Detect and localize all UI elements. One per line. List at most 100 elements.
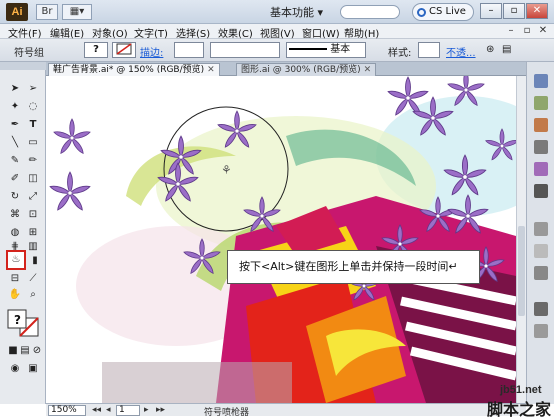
color-panel-icon[interactable] — [534, 74, 548, 88]
fill-swatch[interactable]: ? — [84, 42, 108, 58]
lasso-tool-icon[interactable]: ◌ — [26, 100, 40, 114]
cs-live-icon — [417, 8, 426, 17]
tab-label: 图形.ai @ 300% (RGB/预览) — [241, 65, 361, 75]
last-artboard-icon[interactable]: ▸▸ — [156, 405, 165, 415]
pen-tool-icon[interactable]: ✒ — [8, 118, 22, 132]
doc-restore-button[interactable]: ▫ — [520, 25, 534, 37]
menu-select[interactable]: 选择(S) — [176, 25, 210, 40]
hand-tool-icon[interactable]: ✋ — [8, 288, 22, 302]
cs-live-button[interactable]: CS Live — [412, 3, 474, 21]
type-tool-icon[interactable]: T — [26, 118, 40, 132]
stroke-none-icon — [116, 43, 132, 55]
opacity-link[interactable]: 不透... — [446, 44, 476, 59]
sprayer-cursor-icon: ⚘ — [221, 163, 232, 177]
doc-close-button[interactable]: ✕ — [536, 25, 550, 37]
next-artboard-icon[interactable]: ▸ — [144, 405, 149, 415]
blob-brush-tool-icon[interactable]: ✐ — [8, 172, 22, 186]
gradient-tool-icon[interactable]: ▥ — [26, 240, 40, 254]
menu-object[interactable]: 对象(O) — [92, 25, 128, 40]
swatches-panel-icon[interactable] — [534, 118, 548, 132]
brushes-panel-icon[interactable] — [534, 140, 548, 154]
menu-type[interactable]: 文字(T) — [134, 25, 168, 40]
chevron-down-icon: ▾ — [317, 6, 324, 19]
tab-shoe-ad-background[interactable]: 鞋广告背景.ai* @ 150% (RGB/预览) ✕ — [48, 63, 220, 76]
close-icon[interactable]: ✕ — [207, 65, 215, 75]
appearance-panel-icon[interactable] — [534, 302, 548, 316]
shape-builder-tool-icon[interactable]: ◍ — [8, 226, 22, 240]
screen-mode-icon[interactable]: ▣ — [26, 362, 40, 376]
selection-tool-icon[interactable]: ➤ — [8, 82, 22, 96]
direct-selection-tool-icon[interactable]: ➢ — [26, 82, 40, 96]
width-tool-icon[interactable]: ⌘ — [8, 208, 22, 222]
style-dropdown[interactable] — [418, 42, 440, 58]
panel-dock — [526, 62, 554, 404]
rotate-tool-icon[interactable]: ↻ — [8, 190, 22, 204]
zoom-level-field[interactable]: 150% — [48, 405, 86, 416]
control-bar: 符号组 ? 描边: 基本 样式: 不透... ⊛ ▤ — [0, 39, 554, 62]
previous-artboard-icon[interactable]: ◂ — [106, 405, 111, 415]
stroke-weight-field[interactable] — [174, 42, 204, 58]
free-transform-tool-icon[interactable]: ⊡ — [26, 208, 40, 222]
close-button[interactable]: ✕ — [526, 3, 548, 19]
menu-edit[interactable]: 编辑(E) — [50, 25, 84, 40]
paintbrush-tool-icon[interactable]: ✎ — [8, 154, 22, 168]
scale-tool-icon[interactable]: ⤢ — [26, 190, 40, 204]
draw-mode-icon[interactable]: ◉ — [8, 362, 22, 376]
arrange-documents-button[interactable]: ▦▾ — [62, 4, 92, 20]
search-input[interactable] — [340, 5, 400, 19]
fill-stroke-widget[interactable]: ? — [6, 308, 40, 338]
perspective-grid-tool-icon[interactable]: ⊞ — [26, 226, 40, 240]
brush-definition[interactable]: 基本 — [286, 42, 366, 58]
minimize-button[interactable]: – — [480, 3, 502, 19]
stroke-swatch[interactable] — [112, 42, 136, 58]
layers-panel-icon[interactable] — [534, 324, 548, 338]
stroke-panel-icon[interactable] — [534, 222, 548, 236]
document-tabs: 鞋广告背景.ai* @ 150% (RGB/预览) ✕ 图形.ai @ 300% … — [46, 62, 526, 76]
tools-panel: ➤ ➢ ✦ ◌ ✒ T ╲ ▭ ✎ ✏ ✐ ◫ ↻ ⤢ ⌘ ⊡ ◍ ⊞ ⋕ ▥ … — [0, 62, 46, 404]
menu-view[interactable]: 视图(V) — [260, 25, 295, 40]
transparency-panel-icon[interactable] — [534, 266, 548, 280]
vertical-scroll-thumb[interactable] — [518, 226, 525, 316]
menu-file[interactable]: 文件(F) — [8, 25, 42, 40]
menu-help[interactable]: 帮助(H) — [344, 25, 379, 40]
variable-width-profile[interactable] — [210, 42, 280, 58]
symbol-sprayer-tool-icon[interactable]: ♨ — [6, 250, 26, 270]
first-artboard-icon[interactable]: ◂◂ — [92, 405, 101, 415]
color-guide-panel-icon[interactable] — [534, 96, 548, 110]
menu-window[interactable]: 窗口(W) — [302, 25, 340, 40]
artboard-number-field[interactable]: 1 — [116, 405, 140, 416]
watermark-site: jb51.net — [500, 384, 542, 396]
rectangle-tool-icon[interactable]: ▭ — [26, 136, 40, 150]
stroke-link[interactable]: 描边: — [140, 44, 163, 59]
zoom-tool-icon[interactable]: ⌕ — [26, 288, 40, 302]
workspace-label: 基本功能 — [270, 6, 314, 19]
tab-graphic[interactable]: 图形.ai @ 300% (RGB/预览) ✕ — [236, 63, 377, 76]
none-mode-icon[interactable]: ⊘ — [30, 344, 44, 358]
graphic-styles-panel-icon[interactable] — [534, 184, 548, 198]
svg-text:?: ? — [14, 313, 21, 327]
cs-live-label: CS Live — [429, 6, 466, 17]
instruction-callout: 按下<Alt>键在图形上单击并保持一段时间↵ — [227, 250, 480, 284]
tools-panel-header[interactable] — [0, 62, 46, 70]
bridge-button[interactable]: Br — [36, 4, 58, 20]
document-setup-icon[interactable]: ▤ — [502, 44, 511, 55]
artboard-canvas[interactable]: ⚘ — [46, 76, 516, 403]
gradient-panel-icon[interactable] — [534, 244, 548, 258]
menu-effect[interactable]: 效果(C) — [218, 25, 253, 40]
column-graph-tool-icon[interactable]: ▮ — [28, 254, 42, 268]
globe-icon[interactable]: ⊛ — [486, 44, 494, 55]
current-tool-status[interactable]: 符号喷枪器 — [204, 405, 249, 418]
restore-button[interactable]: ▫ — [503, 3, 525, 19]
magic-wand-tool-icon[interactable]: ✦ — [8, 100, 22, 114]
eraser-tool-icon[interactable]: ◫ — [26, 172, 40, 186]
artboard-tool-icon[interactable]: ⊟ — [8, 272, 22, 286]
line-tool-icon[interactable]: ╲ — [8, 136, 22, 150]
close-icon[interactable]: ✕ — [364, 65, 372, 75]
workspace-switcher[interactable]: 基本功能 ▾ — [270, 4, 323, 20]
pencil-tool-icon[interactable]: ✏ — [26, 154, 40, 168]
doc-minimize-button[interactable]: – — [504, 25, 518, 37]
vertical-scrollbar[interactable] — [516, 76, 526, 403]
fill-stroke-icon: ? — [7, 309, 39, 337]
symbols-panel-icon[interactable] — [534, 162, 548, 176]
slice-tool-icon[interactable]: ⟋ — [26, 272, 40, 286]
